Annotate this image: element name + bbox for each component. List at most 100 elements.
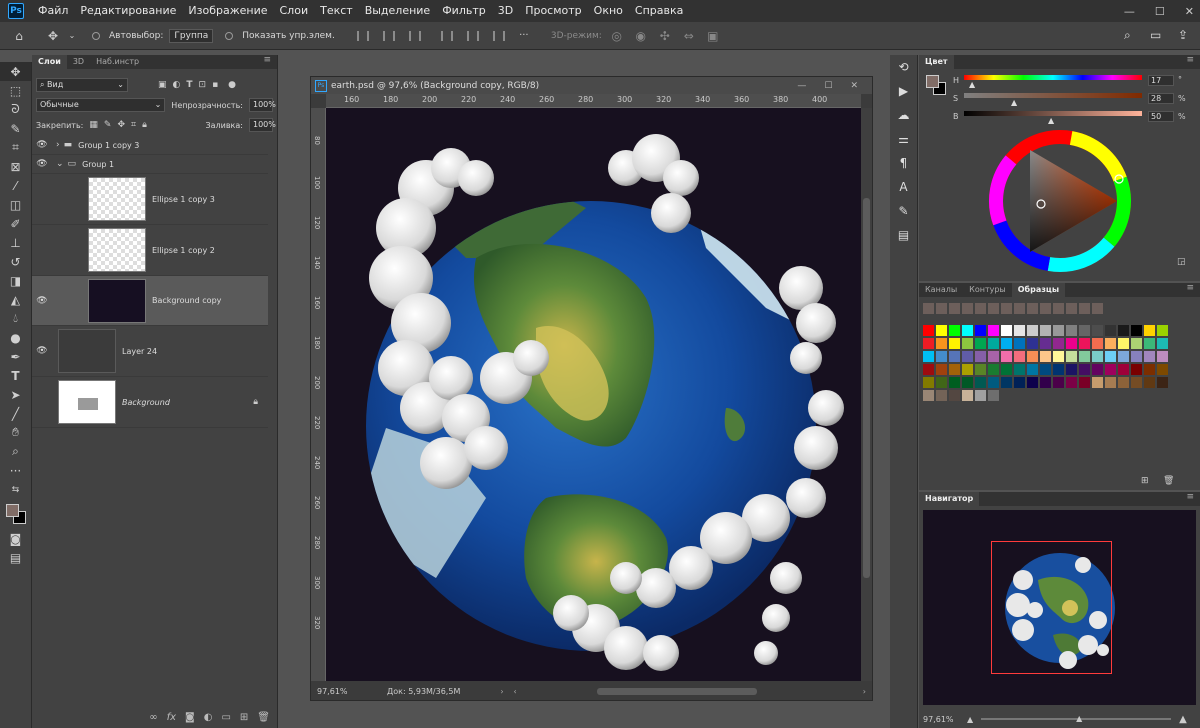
scroll-right-icon[interactable]: › — [863, 687, 866, 696]
filter-pixel-icon[interactable]: ▣ — [158, 80, 167, 90]
3d-orbit-icon[interactable]: ◎ — [608, 29, 626, 43]
properties-icon[interactable]: ▤ — [890, 223, 917, 247]
doc-minimize-button[interactable]: — — [797, 81, 806, 91]
swatch[interactable] — [949, 325, 960, 336]
color-wheel[interactable] — [987, 128, 1133, 274]
recent-swatch[interactable] — [1092, 303, 1103, 314]
swatch[interactable] — [988, 390, 999, 401]
saturation-slider[interactable] — [964, 93, 1142, 98]
fill-input[interactable]: 100% — [249, 118, 276, 132]
chevron-down-icon[interactable]: ⌄ — [68, 31, 76, 40]
pen-tool-icon[interactable]: ✒ — [0, 347, 31, 366]
document-tab[interactable]: Ps earth.psd @ 97,6% (Background copy, R… — [311, 77, 872, 94]
swatch[interactable] — [1092, 338, 1103, 349]
menu-select[interactable]: Выделение — [359, 0, 437, 22]
menu-window[interactable]: Окно — [588, 0, 629, 22]
doc-maximize-button[interactable]: ☐ — [824, 81, 832, 91]
hand-tool-icon[interactable]: ✋︎ — [0, 423, 31, 442]
chevron-down-icon[interactable]: ⌄ — [56, 159, 64, 169]
swatch[interactable] — [1014, 338, 1025, 349]
recent-swatch[interactable] — [1053, 303, 1064, 314]
new-group-icon[interactable]: ▭ — [221, 712, 230, 723]
swatch[interactable] — [1118, 351, 1129, 362]
swatch[interactable] — [1079, 377, 1090, 388]
slider-handle-icon[interactable]: ▲ — [969, 80, 975, 89]
zoom-level[interactable]: 97,61% — [317, 687, 367, 696]
crop-tool-icon[interactable]: ⌗ — [0, 138, 31, 157]
menu-3d[interactable]: 3D — [492, 0, 519, 22]
zoom-tool-icon[interactable]: ⌕ — [0, 442, 31, 461]
recent-swatch[interactable] — [962, 303, 973, 314]
vertical-scrollbar[interactable] — [861, 108, 872, 681]
swatch[interactable] — [1144, 377, 1155, 388]
recent-swatch[interactable] — [975, 303, 986, 314]
swatch[interactable] — [962, 351, 973, 362]
show-controls-checkbox[interactable] — [225, 31, 234, 40]
libraries-icon[interactable]: ☁ — [890, 103, 917, 127]
swatch[interactable] — [1053, 325, 1064, 336]
swatch[interactable] — [1157, 338, 1168, 349]
eye-icon[interactable]: 👁︎ — [32, 296, 52, 306]
dodge-tool-icon[interactable]: ● — [0, 328, 31, 347]
swatch[interactable] — [1014, 351, 1025, 362]
layer-row[interactable]: 👁︎ › ▬ Group 1 copy 3 — [32, 136, 268, 155]
swatch[interactable] — [1092, 325, 1103, 336]
move-tool-icon[interactable]: ✥ — [0, 62, 31, 81]
3d-roll-icon[interactable]: ◉ — [632, 29, 650, 43]
more-tools-icon[interactable]: ··· — [0, 461, 31, 480]
menu-layers[interactable]: Слои — [274, 0, 315, 22]
status-arrow-icon[interactable]: › — [500, 687, 503, 696]
search-icon[interactable]: ⌕ — [1124, 28, 1131, 43]
expand-icon[interactable]: ◲ — [1177, 257, 1186, 267]
swatch[interactable] — [1001, 364, 1012, 375]
swatch[interactable] — [962, 377, 973, 388]
foreground-color-swatch[interactable] — [6, 504, 19, 517]
align-left-icon[interactable] — [356, 30, 369, 41]
swatch[interactable] — [936, 364, 947, 375]
3d-slide-icon[interactable]: ⇔ — [680, 29, 698, 43]
3d-scale-icon[interactable]: ▣ — [704, 29, 722, 43]
eye-icon[interactable]: 👁︎ — [32, 159, 52, 169]
line-tool-icon[interactable]: ╱ — [0, 404, 31, 423]
align-top-icon[interactable] — [440, 30, 453, 41]
navigator-zoom-slider[interactable]: ▲ — [981, 714, 1172, 723]
menu-filter[interactable]: Фильтр — [436, 0, 492, 22]
swatch[interactable] — [962, 325, 973, 336]
swatch[interactable] — [962, 390, 973, 401]
swatch[interactable] — [1118, 325, 1129, 336]
new-swatch-icon[interactable]: ⊞ — [1141, 476, 1149, 486]
zoom-out-icon[interactable]: ▲ — [967, 715, 973, 724]
navigator-view-box[interactable] — [991, 541, 1112, 674]
layer-row-selected[interactable]: 👁︎ Background copy — [32, 276, 268, 326]
swatch[interactable] — [923, 390, 934, 401]
swatch[interactable] — [1157, 325, 1168, 336]
scroll-left-icon[interactable]: ‹ — [514, 687, 517, 696]
swatch[interactable] — [1040, 351, 1051, 362]
swatch[interactable] — [1079, 364, 1090, 375]
eye-hidden-icon[interactable]: · — [32, 245, 52, 255]
swatch[interactable] — [1079, 338, 1090, 349]
swatch[interactable] — [949, 377, 960, 388]
swatch[interactable] — [1027, 325, 1038, 336]
screen-mode-icon[interactable]: ▤ — [0, 548, 31, 567]
character-icon[interactable]: A — [890, 175, 917, 199]
home-icon[interactable]: ⌂ — [10, 29, 28, 43]
eye-hidden-icon[interactable]: · — [32, 194, 52, 204]
swatch[interactable] — [1092, 377, 1103, 388]
new-layer-icon[interactable]: ⊞ — [240, 712, 248, 723]
swatch[interactable] — [1105, 325, 1116, 336]
swatch[interactable] — [1066, 338, 1077, 349]
link-icon[interactable]: ∞ — [149, 712, 157, 723]
swatch[interactable] — [975, 377, 986, 388]
swatch[interactable] — [962, 364, 973, 375]
align-hcenter-icon[interactable] — [382, 30, 395, 41]
maximize-button[interactable]: ☐ — [1155, 5, 1165, 18]
swatch[interactable] — [988, 325, 999, 336]
tab-navigator[interactable]: Навигатор — [919, 492, 980, 506]
menu-help[interactable]: Справка — [629, 0, 689, 22]
tab-channels[interactable]: Каналы — [919, 283, 963, 297]
swatch[interactable] — [1040, 364, 1051, 375]
swatch[interactable] — [1118, 338, 1129, 349]
swatch[interactable] — [1027, 351, 1038, 362]
workspace-icon[interactable]: ▭ — [1150, 28, 1161, 42]
